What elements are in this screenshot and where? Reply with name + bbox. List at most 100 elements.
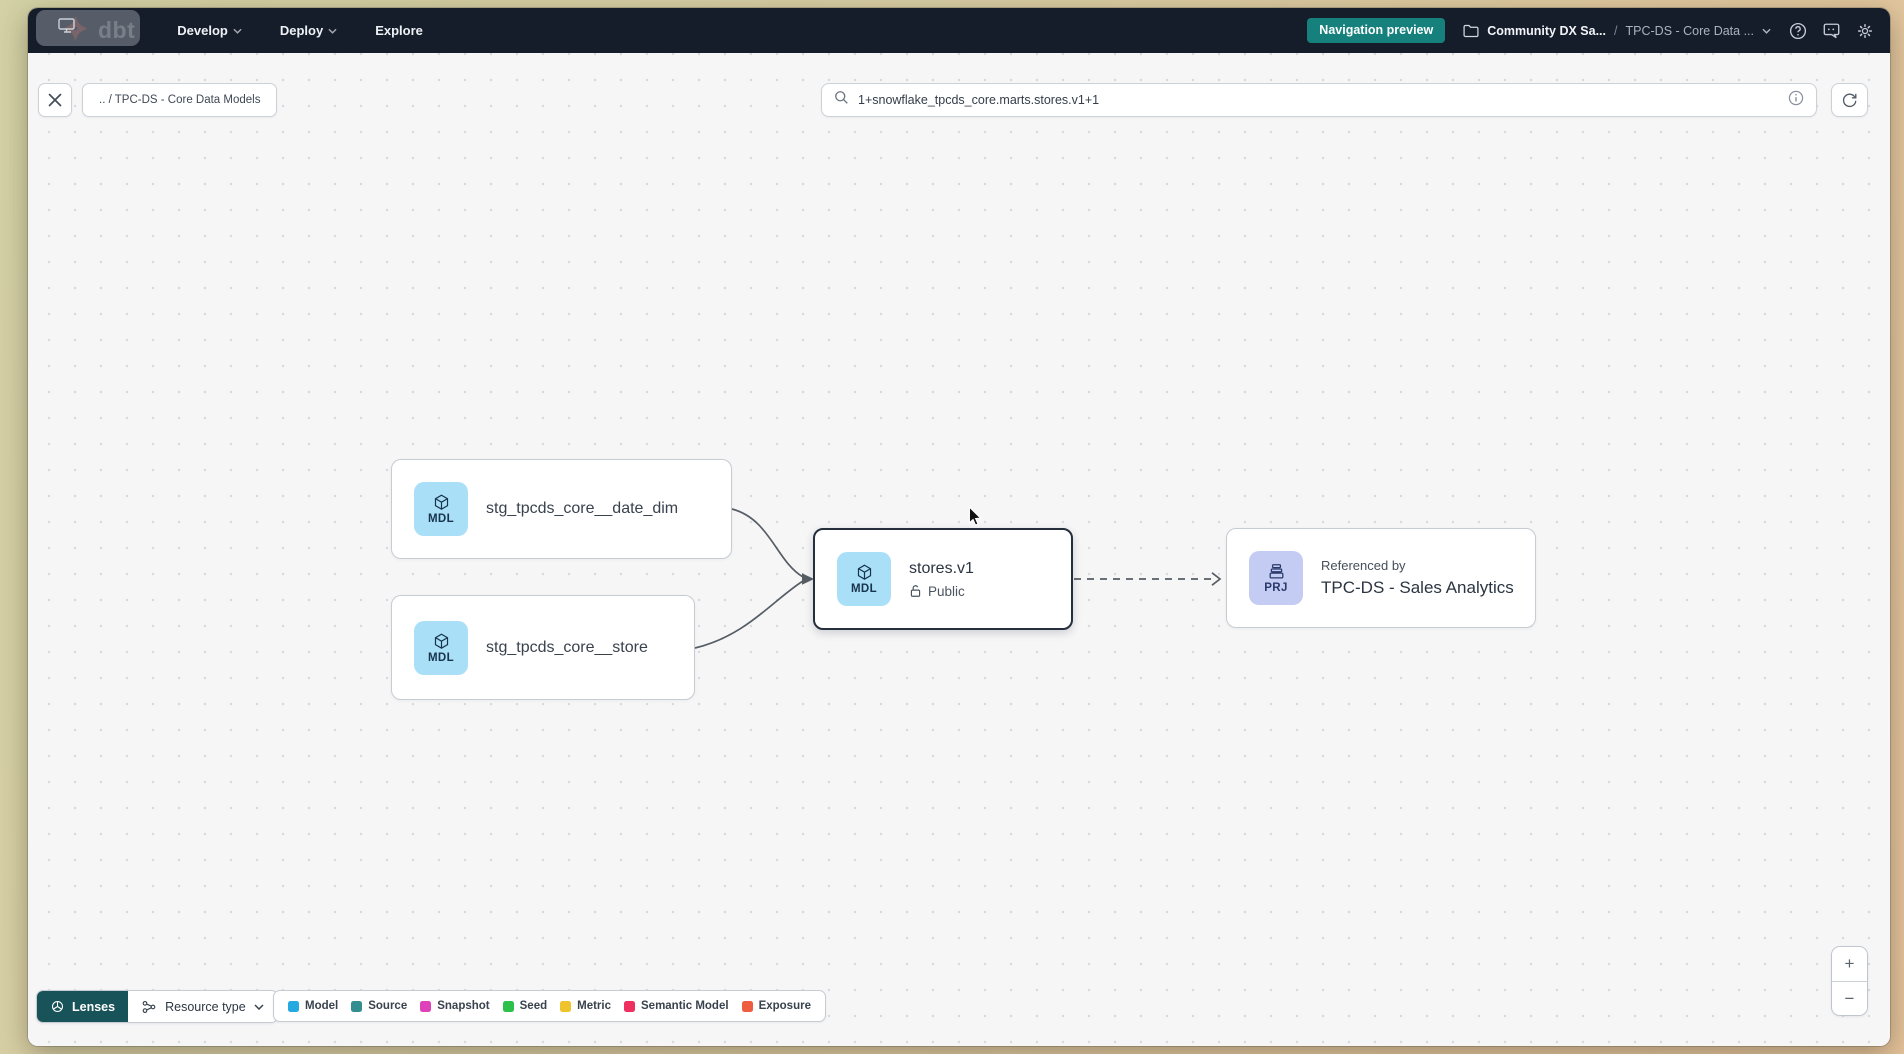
search-input[interactable] — [858, 93, 1779, 107]
edge-arrowhead-open — [1212, 573, 1220, 585]
header-icons — [1789, 22, 1874, 40]
breadcrumb-separator: / — [1614, 24, 1617, 38]
breadcrumb-page: TPC-DS - Core Data ... — [1626, 24, 1755, 38]
breadcrumb-chip[interactable]: .. / TPC-DS - Core Data Models — [82, 83, 277, 117]
info-icon[interactable] — [1788, 90, 1804, 111]
lock-open-icon — [909, 584, 922, 598]
legend-item-snapshot: Snapshot — [420, 1000, 489, 1012]
breadcrumb-project: Community DX Sa... — [1487, 24, 1606, 38]
legend-label: Snapshot — [437, 1000, 489, 1012]
gear-icon[interactable] — [1856, 22, 1874, 40]
resource-type-label: Resource type — [165, 1000, 246, 1014]
lineage-node-stg-date-dim[interactable]: MDL stg_tpcds_core__date_dim — [391, 459, 732, 559]
resource-type-button[interactable]: Resource type — [128, 991, 277, 1022]
legend-label: Metric — [577, 1000, 611, 1012]
edge-date-dim-to-stores — [732, 509, 803, 577]
refresh-button[interactable] — [1831, 83, 1868, 117]
legend-label: Exposure — [759, 1000, 811, 1012]
chevron-down-icon — [328, 28, 337, 34]
chevron-down-icon — [233, 28, 242, 34]
chevron-down-icon — [254, 1004, 264, 1010]
legend-label: Model — [305, 1000, 338, 1012]
legend-swatch — [560, 1001, 571, 1012]
monitor-icon — [58, 18, 78, 39]
folder-icon — [1463, 24, 1479, 38]
access-label: Public — [928, 584, 965, 599]
lenses-label: Lenses — [72, 1000, 115, 1014]
top-nav-bar: dbt Develop Deploy Explore Navigation pr… — [28, 8, 1890, 53]
app-window: dbt Develop Deploy Explore Navigation pr… — [28, 8, 1890, 1046]
screen-share-tab — [36, 10, 140, 46]
lenses-button[interactable]: Lenses — [37, 991, 128, 1022]
node-access: Public — [909, 584, 974, 599]
node-label: stg_tpcds_core__date_dim — [486, 500, 678, 518]
zoom-controls: + − — [1831, 946, 1868, 1016]
lens-aperture-icon — [50, 999, 65, 1014]
lineage-node-stores-v1[interactable]: MDL stores.v1 Public — [813, 528, 1073, 630]
legend-swatch — [288, 1001, 299, 1012]
desktop-background: dbt Develop Deploy Explore Navigation pr… — [0, 0, 1904, 1054]
badge-label: MDL — [428, 652, 454, 664]
model-badge: MDL — [414, 482, 468, 536]
mouse-cursor — [968, 506, 983, 532]
lineage-canvas[interactable]: .. / TPC-DS - Core Data Models — [28, 53, 1890, 1046]
resource-type-legend: Model Source Snapshot Seed Metric Semant… — [273, 990, 826, 1022]
search-icon — [834, 90, 849, 110]
header-right: Navigation preview Community DX Sa... / … — [1307, 18, 1874, 43]
model-cube-icon — [432, 493, 451, 512]
legend-swatch — [351, 1001, 362, 1012]
breadcrumb[interactable]: Community DX Sa... / TPC-DS - Core Data … — [1463, 24, 1771, 38]
model-cube-icon — [432, 632, 451, 651]
node-text: Referenced by TPC-DS - Sales Analytics — [1321, 558, 1514, 598]
help-icon[interactable] — [1789, 22, 1807, 40]
badge-label: PRJ — [1264, 582, 1288, 594]
legend-label: Source — [368, 1000, 407, 1012]
nav-item-label: Develop — [177, 23, 228, 38]
project-badge: PRJ — [1249, 551, 1303, 605]
dag-icon — [141, 999, 157, 1015]
lineage-node-stg-store[interactable]: MDL stg_tpcds_core__store — [391, 595, 695, 700]
close-button[interactable] — [38, 83, 72, 117]
node-label: stg_tpcds_core__store — [486, 639, 648, 657]
zoom-in-button[interactable]: + — [1832, 947, 1867, 981]
nav-item-explore[interactable]: Explore — [375, 23, 423, 38]
nav-item-label: Deploy — [280, 23, 323, 38]
legend-swatch — [420, 1001, 431, 1012]
legend-item-source: Source — [351, 1000, 407, 1012]
nav-item-deploy[interactable]: Deploy — [280, 23, 337, 38]
legend-label: Semantic Model — [641, 1000, 729, 1012]
lenses-toolbar: Lenses Resource type — [36, 990, 278, 1023]
legend-item-exposure: Exposure — [742, 1000, 811, 1012]
edge-store-to-stores — [695, 581, 803, 648]
legend-item-semantic-model: Semantic Model — [624, 1000, 729, 1012]
node-label: stores.v1 — [909, 560, 974, 578]
badge-label: MDL — [851, 583, 877, 595]
legend-item-model: Model — [288, 1000, 338, 1012]
model-cube-icon — [855, 563, 874, 582]
project-stack-icon — [1267, 562, 1286, 581]
lineage-search — [821, 83, 1817, 117]
legend-swatch — [503, 1001, 514, 1012]
node-text: stores.v1 Public — [909, 560, 974, 599]
badge-label: MDL — [428, 513, 454, 525]
nav-item-develop[interactable]: Develop — [177, 23, 242, 38]
node-kicker: Referenced by — [1321, 558, 1514, 573]
zoom-out-button[interactable]: − — [1832, 981, 1867, 1015]
nav-item-label: Explore — [375, 23, 423, 38]
primary-nav: Develop Deploy Explore — [177, 23, 423, 38]
lineage-node-referenced-project[interactable]: PRJ Referenced by TPC-DS - Sales Analyti… — [1226, 528, 1536, 628]
legend-item-seed: Seed — [503, 1000, 548, 1012]
model-badge: MDL — [414, 621, 468, 675]
legend-swatch — [624, 1001, 635, 1012]
close-icon — [48, 93, 62, 107]
breadcrumb-chip-label: .. / TPC-DS - Core Data Models — [99, 94, 260, 106]
model-badge: MDL — [837, 552, 891, 606]
navigation-preview-badge: Navigation preview — [1307, 18, 1445, 43]
refresh-icon — [1841, 92, 1858, 109]
chevron-down-icon — [1762, 28, 1771, 34]
node-label: TPC-DS - Sales Analytics — [1321, 578, 1514, 598]
legend-label: Seed — [520, 1000, 548, 1012]
feedback-icon[interactable] — [1822, 22, 1841, 40]
legend-item-metric: Metric — [560, 1000, 611, 1012]
legend-swatch — [742, 1001, 753, 1012]
